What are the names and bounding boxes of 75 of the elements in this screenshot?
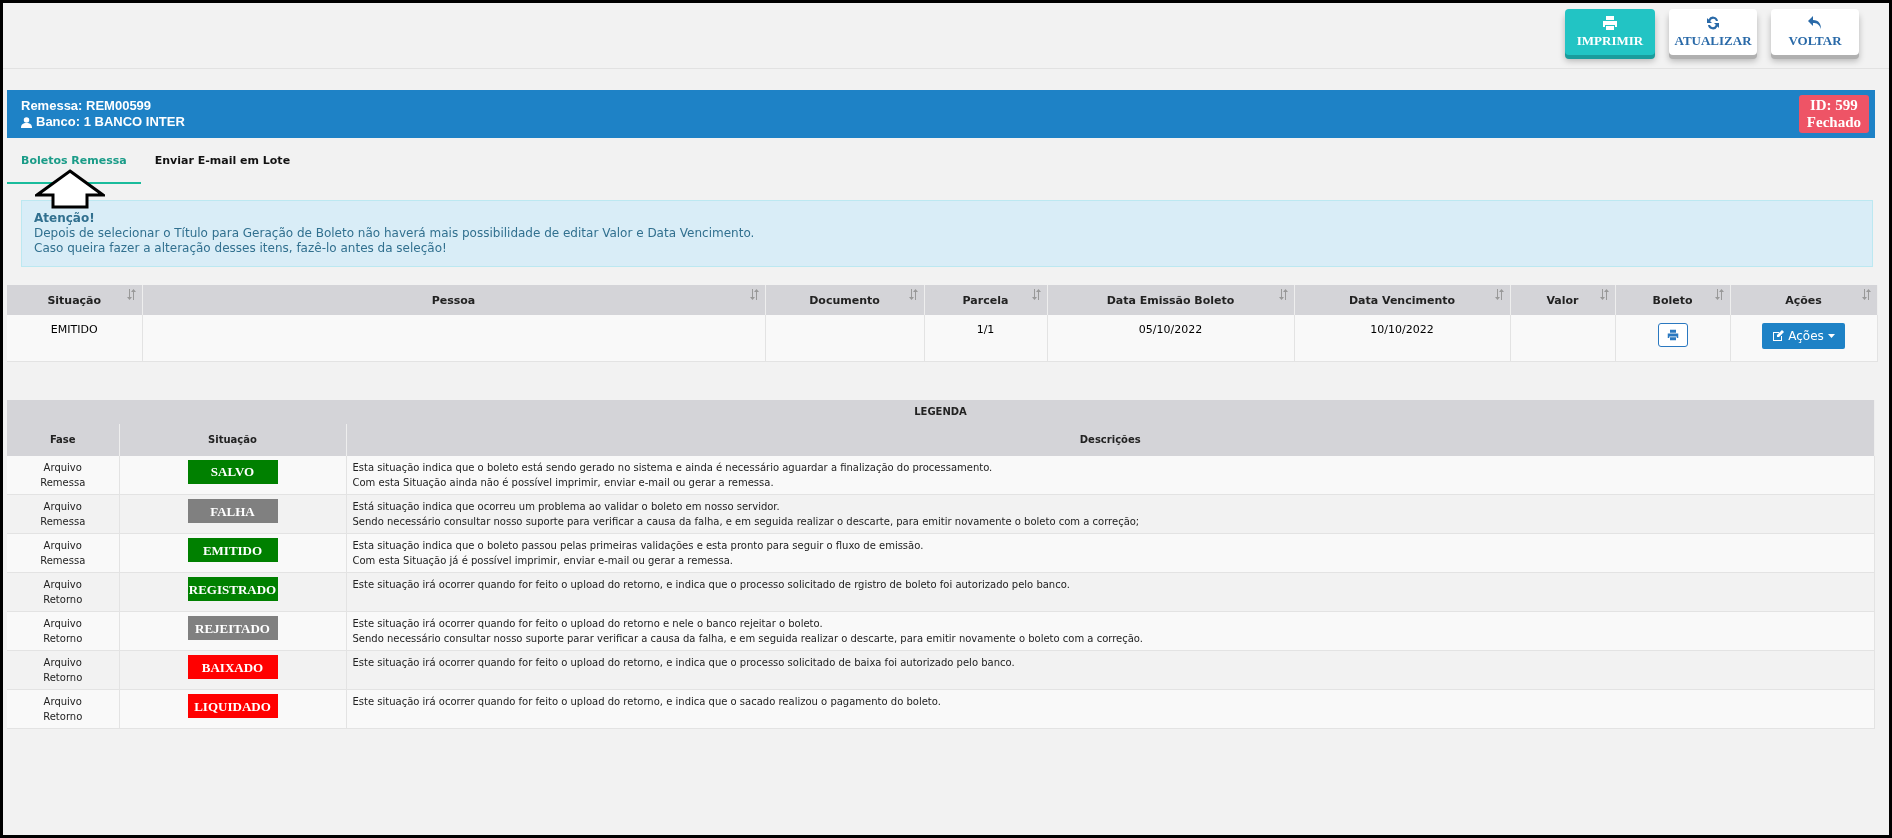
description-text: Com esta Situação já é possível imprimir, enviar e-mail ou gerar a remessa. [352,554,734,568]
phase-text: Remessa [39,515,87,529]
column-header[interactable]: Data Vencimento [1294,285,1510,315]
sort-icon [1031,289,1041,300]
sort-icon [908,289,918,300]
description-text: Este situação irá ocorrer quando for feito o upload do retorno e nele o banco rejeitar o boleto. [352,617,824,631]
printer-icon [1666,329,1679,341]
status-label: EMITIDO [187,538,278,562]
status-label: REGISTRADO [187,577,278,601]
alert-text: Caso queira fazer a alteração desses itens, fazê-lo antes da seleção! [34,241,448,256]
remessa-label: Remessa: REM00599 [21,98,153,114]
status-label: BAIXADO [187,655,278,679]
table-cell: EMITIDO [50,323,98,336]
caret-icon [1827,334,1835,338]
column-header: Fase [7,423,119,456]
sort-icon [1494,289,1504,300]
column-header[interactable]: Ações [1730,285,1877,315]
phase-text: Remessa [39,554,87,568]
column-header[interactable]: Pessoa [142,285,765,315]
description-text: Com esta Situação ainda não é possível imprimir, enviar e-mail ou gerar a remessa. [352,475,775,490]
sort-icon [749,289,759,300]
phase-text: Arquivo [42,460,83,475]
column-header: Descrições [346,423,1875,456]
status-label: FALHA [187,499,278,523]
alert-title: Atenção! [34,211,96,226]
annotation-arrow [35,169,105,209]
phase-text: Arquivo [42,656,83,670]
edit-icon [1772,330,1785,342]
banco-label: Banco: 1 BANCO INTER [36,114,185,130]
status-label: SALVO [187,459,278,484]
description-text: Está situação indica que ocorreu um problema ao validar o boleto em nosso servidor. [352,500,781,514]
status-label: REJEITADO [187,616,278,640]
alert-text: Depois de selecionar o Título para Geração de Boleto não haverá mais possibilidade de editar Valor e Data Vencimento. [34,226,756,241]
table-cell: 10/10/2022 [1370,323,1434,336]
phase-text: Retorno [42,632,84,646]
sort-icon [1599,289,1609,300]
column-header[interactable]: Boleto [1615,285,1730,315]
description-text: Este situação irá ocorrer quando for feito o upload do retorno, e indica que o processo solicitado de baixa foi autorizado pelo banco. [352,656,1016,670]
phase-text: Retorno [42,671,84,685]
column-header[interactable]: Documento [765,285,924,315]
description-text: Este situação irá ocorrer quando for feito o upload do retorno, e indica que o processo solicitado de rgistro de boleto foi autorizado pelo banco. [352,578,1071,592]
phase-text: Arquivo [42,617,83,631]
column-header[interactable]: Valor [1510,285,1615,315]
description-text: Sendo necessário consultar nosso suporte parar verificar a causa da falha, e em seguida realizar o descarte, para emitir novamente o boleto com a correção. [352,632,1144,646]
status-badge: ID: 599 Fechado [1798,95,1869,133]
actions-button[interactable]: Ações [1762,323,1845,349]
phase-text: Arquivo [42,500,83,514]
description-text: Esta situação indica que o boleto passou pelas primeiras validações e esta pronto para seguir o fluxo de emissão. [352,539,925,553]
back-arrow-icon [1807,15,1823,31]
sort-icon [1861,289,1871,300]
user-icon [21,116,32,128]
phase-text: Retorno [42,710,84,724]
printer-icon [1602,15,1618,31]
description-text: Sendo necessário consultar nosso suporte para verificar a causa da falha, e em seguida realizar o descarte, para emitir novamente o boleto com a correção; [352,515,1141,529]
table-cell: 05/10/2022 [1138,323,1203,336]
sort-icon [126,289,136,300]
table-cell: 1/1 [976,323,995,336]
refresh-icon [1705,15,1721,31]
phase-text: Retorno [42,593,84,607]
phase-text: Arquivo [42,578,83,592]
description-text: Esta situação indica que o boleto está sendo gerado no sistema e ainda é necessário aguardar a finalização do processamento. [352,460,994,475]
sort-icon [1714,289,1724,300]
sort-icon [1278,289,1288,300]
column-header[interactable]: Data Emissão Boleto [1047,285,1294,315]
print-button[interactable] [1657,323,1688,347]
description-text: Este situação irá ocorrer quando for feito o upload do retorno, e indica que o sacado realizou o pagamento do boleto. [352,695,942,709]
phase-text: Arquivo [42,695,83,709]
tab[interactable]: Enviar E-mail em Lote [140,138,305,184]
phase-text: Arquivo [42,539,83,553]
legend-title: LEGENDA [7,399,1875,424]
phase-text: Remessa [39,475,87,490]
status-label: LIQUIDADO [187,694,278,718]
column-header: Situação [119,423,346,456]
column-header[interactable]: Parcela [924,285,1047,315]
column-header[interactable]: Situação [7,285,142,315]
